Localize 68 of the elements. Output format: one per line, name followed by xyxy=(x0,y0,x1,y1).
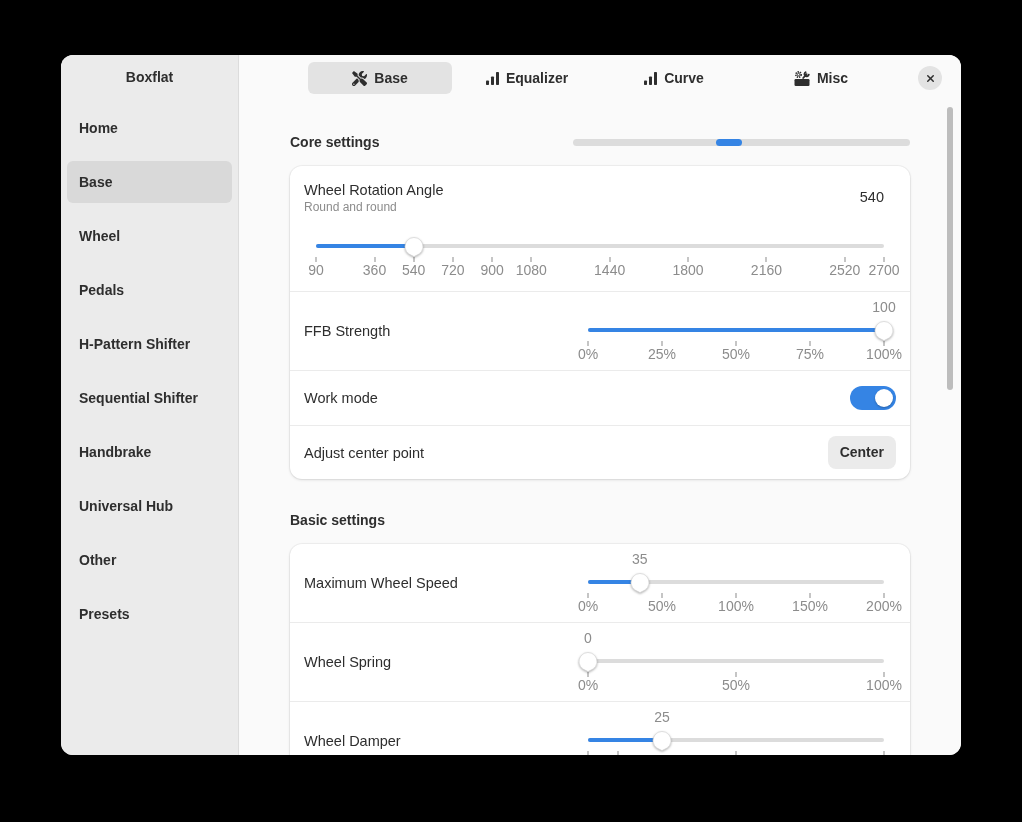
tick-label: 2160 xyxy=(750,262,782,278)
setting-label: Maximum Wheel Speed xyxy=(304,573,458,593)
tick-label: 50% xyxy=(722,677,750,693)
tick-label: 360 xyxy=(362,262,387,278)
tick-label: 100% xyxy=(866,677,902,693)
close-icon xyxy=(924,72,936,84)
tick-label: 540 xyxy=(402,262,426,278)
toolbox-icon xyxy=(793,70,810,86)
tick-label: 75% xyxy=(796,346,824,362)
sidebar-item[interactable]: Other xyxy=(67,539,232,581)
tab[interactable]: Equalizer xyxy=(455,62,599,94)
slider-thumb[interactable] xyxy=(403,236,425,257)
tick-label: 2700 xyxy=(868,262,900,278)
slider-thumb[interactable] xyxy=(629,572,651,593)
sidebar-item[interactable]: Sequential Shifter xyxy=(67,377,232,419)
slider-thumb[interactable] xyxy=(651,730,673,751)
scrollbar[interactable] xyxy=(947,107,953,390)
window-title: Boxflat xyxy=(125,68,174,87)
tick-label: 50% xyxy=(648,598,676,614)
setting-label: FFB Strength xyxy=(304,321,391,341)
tick-label: 1800 xyxy=(672,262,704,278)
tick-label: 50% xyxy=(722,346,750,362)
setting-label: Work mode xyxy=(304,389,378,408)
slider-value: 35 xyxy=(632,550,648,568)
tick-label: 0% xyxy=(577,598,599,614)
tab[interactable]: Curve xyxy=(602,62,746,94)
setting-subtitle: Round and round xyxy=(304,200,398,214)
section-heading: Core settings xyxy=(290,133,380,152)
slider-value: 0 xyxy=(584,629,592,647)
tick-label: 100% xyxy=(718,598,754,614)
tick-label: 1440 xyxy=(594,262,626,278)
tick-label: 100% xyxy=(866,346,902,362)
center-button[interactable]: Center xyxy=(827,436,896,469)
tick-label: 150% xyxy=(792,598,828,614)
tick-label: 200% xyxy=(866,598,902,614)
slider-thumb[interactable] xyxy=(873,320,895,341)
tick-label: 900 xyxy=(480,262,504,278)
slider-value: 25 xyxy=(654,708,670,726)
sidebar-item[interactable]: Presets xyxy=(67,593,232,635)
signal-bars-icon xyxy=(644,71,658,85)
toggle-switch[interactable] xyxy=(850,386,896,410)
tick-label: 1080 xyxy=(515,262,547,278)
tick-label: 0% xyxy=(577,677,599,693)
signal-bars-icon xyxy=(485,71,499,85)
setting-value: 540 xyxy=(859,188,884,207)
sidebar-item[interactable]: Home xyxy=(67,107,232,149)
setting-label: Wheel Rotation Angle xyxy=(304,181,444,200)
tick-label: 720 xyxy=(441,262,465,278)
tools-icon xyxy=(352,70,368,86)
setting-label: Wheel Damper xyxy=(304,731,401,751)
tick-label: 0% xyxy=(577,346,599,362)
close-button[interactable] xyxy=(918,66,942,90)
sidebar-item[interactable]: H-Pattern Shifter xyxy=(67,323,232,365)
tick-label: 2520 xyxy=(829,262,861,278)
tick-label: 90 xyxy=(308,262,324,278)
tab[interactable]: Base xyxy=(308,62,452,94)
tab[interactable]: Misc xyxy=(749,62,893,94)
sidebar-item[interactable]: Handbrake xyxy=(67,431,232,473)
sidebar-item[interactable]: Wheel xyxy=(67,215,232,257)
tick-label: 25% xyxy=(648,346,676,362)
setting-label: Wheel Spring xyxy=(304,652,392,672)
setting-label: Adjust center point xyxy=(304,443,425,463)
slider-value: 100 xyxy=(872,298,896,316)
section-heading: Basic settings xyxy=(290,511,385,530)
sidebar-item[interactable]: Base xyxy=(67,161,232,203)
sidebar-item[interactable]: Universal Hub xyxy=(67,485,232,527)
sidebar-item[interactable]: Pedals xyxy=(67,269,232,311)
slider-thumb[interactable] xyxy=(577,651,599,672)
